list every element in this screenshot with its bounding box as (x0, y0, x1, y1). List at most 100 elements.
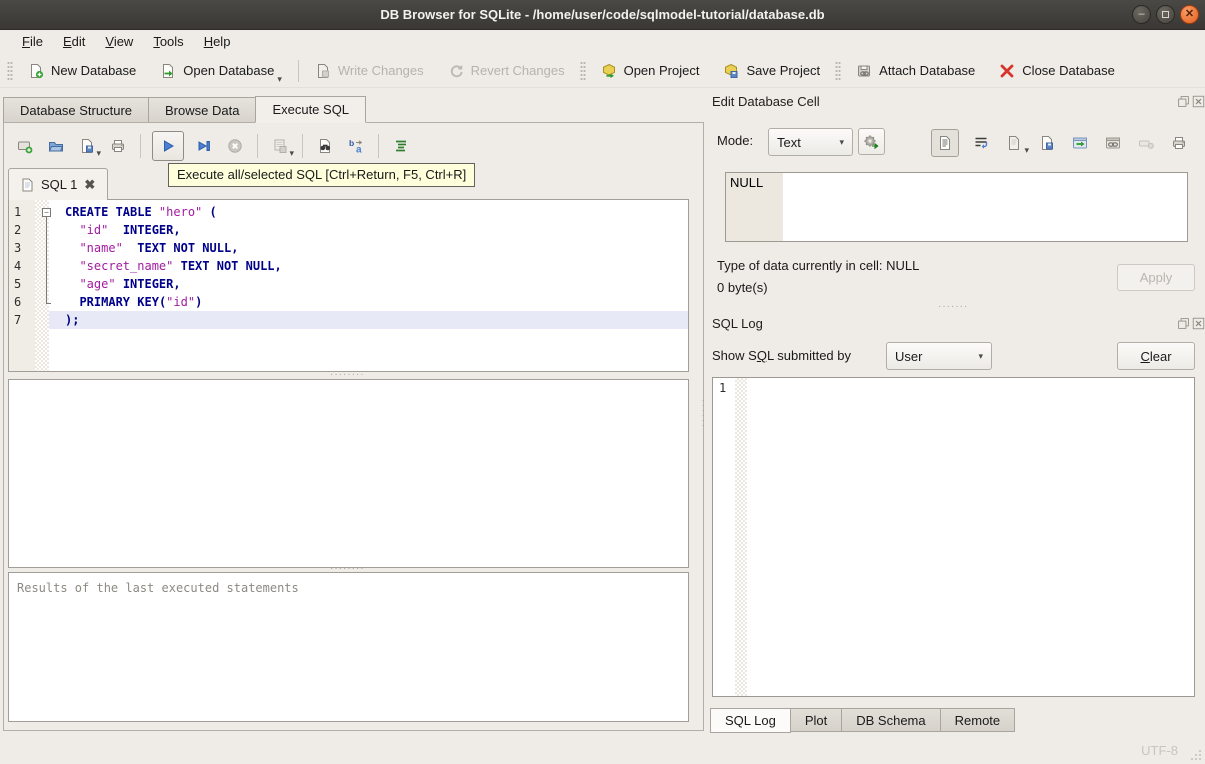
text-mode-icon (937, 135, 953, 151)
log-fold-margin (735, 378, 747, 696)
chevron-down-icon[interactable]: ▾ (289, 148, 294, 158)
sql-editor[interactable]: 1 CREATE TABLE "hero" (2 "id" INTEGER, 3 "… (8, 199, 689, 372)
editor-line-4[interactable]: 4 "secret_name" TEXT NOT NULL, (9, 257, 688, 275)
save-sql-file-icon (79, 138, 95, 154)
find-replace-button[interactable]: ba (345, 135, 367, 157)
find-icon (317, 138, 333, 154)
log-line-number: 1 (719, 381, 727, 395)
execute-current-line-button[interactable] (193, 135, 215, 157)
toolbar-handle (835, 60, 842, 81)
clear-button[interactable]: Clear (1117, 342, 1195, 370)
export-icon (1072, 135, 1088, 151)
bottom-tab-sql-log[interactable]: SQL Log (710, 708, 791, 733)
edit-cell-dock-buttons (1177, 95, 1205, 108)
minimize-button[interactable]: – (1132, 5, 1151, 24)
save-sql-file-button[interactable]: ▾ (76, 135, 101, 158)
open-database-icon (160, 63, 176, 79)
edit-cell-dock-title: Edit Database Cell (712, 94, 820, 109)
float-dock-icon[interactable] (1177, 95, 1190, 108)
text-mode-button[interactable] (931, 129, 959, 157)
chevron-down-icon[interactable]: ▾ (277, 74, 282, 84)
open-sql-file-button[interactable] (45, 135, 67, 157)
line-number: 4 (14, 259, 22, 273)
save-results-icon (272, 138, 288, 154)
close-database-button[interactable]: Close Database (987, 56, 1127, 86)
open-project-button[interactable]: Open Project (589, 56, 712, 86)
menu-tools[interactable]: Tools (143, 30, 193, 54)
menu-edit[interactable]: Edit (53, 30, 95, 54)
float-dock-icon[interactable] (1177, 317, 1190, 330)
new-sql-tab-button[interactable] (14, 135, 36, 157)
editor-line-3[interactable]: 3 "name" TEXT NOT NULL, (9, 239, 688, 257)
splitter-handle[interactable]: ······· (938, 302, 978, 312)
format-sql-button[interactable] (390, 135, 412, 157)
save-project-button[interactable]: Save Project (711, 56, 832, 86)
find-button[interactable] (314, 135, 336, 157)
new-database-button[interactable]: New Database (16, 56, 148, 86)
resize-grip[interactable] (1189, 748, 1202, 761)
bottom-tab-plot[interactable]: Plot (790, 708, 843, 732)
db-browser-window: DB Browser for SQLite - /home/user/code/… (0, 0, 1205, 764)
attach-database-button[interactable]: Attach Database (844, 56, 987, 86)
word-wrap-button[interactable] (970, 132, 992, 154)
toolbar-handle (579, 60, 586, 81)
bottom-tab-remote[interactable]: Remote (940, 708, 1016, 732)
splitter-handle[interactable]: ········ (330, 370, 375, 380)
mode-select[interactable]: Text ▾ (768, 128, 853, 156)
cell-type-info: Type of data currently in cell: NULL (717, 258, 920, 273)
execution-log-pane[interactable]: Results of the last executed statements (8, 572, 689, 722)
execute-all-button[interactable] (152, 130, 184, 161)
editor-line-7[interactable]: 7); (9, 311, 688, 329)
sql-editor-tab[interactable]: SQL 1 ✖ (8, 168, 109, 200)
editor-line-6[interactable]: 6 PRIMARY KEY("id") (9, 293, 688, 311)
execute-all-icon (160, 138, 176, 154)
menu-view[interactable]: View (95, 30, 143, 54)
editor-line-1[interactable]: 1 CREATE TABLE "hero" ( (9, 203, 688, 221)
window-controls: – ✕ (1132, 5, 1199, 24)
chevron-down-icon[interactable]: ▾ (96, 148, 101, 158)
set-null-button (1135, 132, 1157, 154)
bottom-tab-db-schema[interactable]: DB Schema (842, 708, 941, 732)
menu-file[interactable]: File (12, 30, 53, 54)
word-wrap-icon (973, 135, 989, 151)
cell-value: NULL (730, 175, 764, 190)
print-button[interactable] (1168, 132, 1190, 154)
sql-toolbar: ▾ ▾ b a (14, 129, 412, 162)
tab-execute-sql[interactable]: Execute SQL (255, 96, 367, 123)
sql-log-dock-buttons (1177, 317, 1205, 330)
tab-browse-data[interactable]: Browse Data (148, 97, 256, 123)
editor-line-2[interactable]: 2 "id" INTEGER, (9, 221, 688, 239)
print-button[interactable] (107, 135, 129, 157)
fold-marker-icon[interactable]: − (42, 208, 51, 217)
format-sql-icon (393, 138, 409, 154)
clear-button-label: Clear (1140, 348, 1172, 364)
stop-button (224, 135, 246, 157)
save-file-button[interactable] (1036, 132, 1058, 154)
revert-changes-icon (448, 63, 464, 79)
write-changes-icon (315, 63, 331, 79)
editor-line-5[interactable]: 5 "age" INTEGER, (9, 275, 688, 293)
close-dock-icon[interactable] (1192, 95, 1205, 108)
results-grid-pane[interactable] (8, 379, 689, 568)
close-button[interactable]: ✕ (1180, 5, 1199, 24)
toolbar-separator (140, 133, 141, 158)
link-button[interactable] (1102, 132, 1124, 154)
titlebar[interactable]: DB Browser for SQLite - /home/user/code/… (0, 0, 1205, 30)
open-database-button[interactable]: Open Database ▾ (148, 56, 294, 86)
close-dock-icon[interactable] (1192, 317, 1205, 330)
cell-value-editor[interactable]: NULL (725, 172, 1188, 242)
menu-help[interactable]: Help (194, 30, 241, 54)
close-sql-tab-icon[interactable]: ✖ (84, 177, 95, 193)
vertical-splitter-handle[interactable]: · · · · · · (699, 396, 707, 430)
sql-log-view[interactable]: 1 (712, 377, 1195, 697)
auto-apply-button[interactable] (858, 128, 885, 155)
maximize-button[interactable] (1156, 5, 1175, 24)
fold-guide-line (46, 217, 47, 303)
chevron-down-icon[interactable]: ▾ (1024, 146, 1029, 155)
sql-log-filter-select[interactable]: User ▾ (886, 342, 992, 370)
main-tab-bar: Database Structure Browse Data Execute SQL (3, 96, 367, 123)
export-button[interactable] (1069, 132, 1091, 154)
apply-button: Apply (1117, 264, 1195, 291)
tab-database-structure[interactable]: Database Structure (3, 97, 149, 123)
write-changes-button: Write Changes (303, 56, 436, 86)
